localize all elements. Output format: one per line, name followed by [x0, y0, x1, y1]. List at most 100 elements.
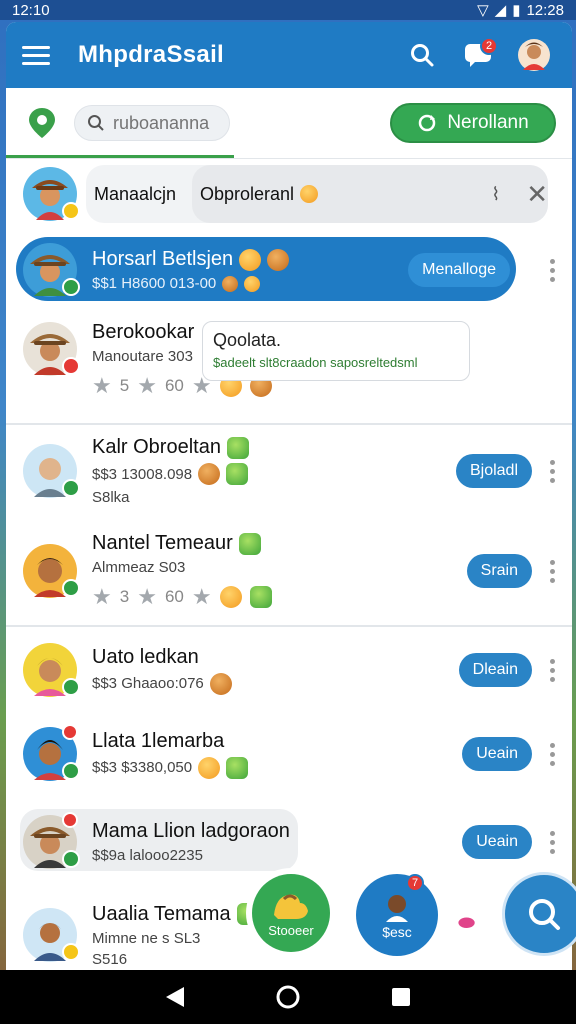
contact-sub: $$3 Ghaaoo:076 [92, 672, 459, 695]
message-card-title: Qoolata. [213, 330, 282, 350]
emoji-icon [300, 185, 319, 203]
online-dot [62, 579, 80, 597]
list-item[interactable]: Nantel Temeaur Almmeaz S03 ★ 3 ★ 60 ★ Sr… [6, 517, 572, 625]
more-options-icon[interactable] [546, 742, 558, 766]
message-card-text: $adeelt slt8craadon saposreltedsml [213, 355, 418, 370]
recents-icon[interactable] [390, 986, 412, 1008]
strong-arm-icon [274, 894, 308, 919]
status-time: 12:10 [12, 1, 50, 19]
star-icon: ★ [137, 373, 157, 398]
more-options-icon[interactable] [546, 830, 558, 854]
close-icon[interactable]: ✕ [526, 179, 548, 210]
contact-action-button[interactable]: Ueain [462, 737, 532, 771]
contact-info: Mama Llion ladgoraon $$9a lalooo2235 [92, 820, 462, 864]
status-dot [62, 943, 80, 961]
more-options-icon[interactable] [546, 559, 558, 583]
rating-value: 3 [119, 587, 130, 606]
contact-info: Uato ledkan $$3 Ghaaoo:076 [92, 646, 459, 695]
message-card[interactable]: Qoolata. $adeelt slt8craadon saposrelted… [202, 321, 470, 381]
emoji-icon [198, 756, 221, 779]
contact-sub: $$3 $3380,050 [92, 756, 462, 779]
primary-fab-label: Stooeer [268, 922, 314, 938]
refresh-icon [419, 114, 436, 132]
secondary-fab[interactable]: $esc 7 [356, 874, 438, 956]
star-icon: ★ [191, 584, 212, 609]
status-bar: 12:10 ▽ ◢ ▮ 12:28 [0, 0, 576, 20]
avatar-icon [518, 39, 550, 71]
status-dot [62, 357, 80, 375]
primary-fab[interactable]: Stooeer [252, 874, 330, 952]
contact-sub: $$9a lalooo2235 [92, 847, 203, 864]
menu-icon[interactable] [22, 45, 50, 65]
search-button[interactable] [400, 33, 444, 77]
list-item[interactable]: Uato ledkan $$3 Ghaaoo:076 Dleain [6, 627, 572, 713]
location-pin-icon[interactable] [22, 103, 62, 143]
emoji-icon [222, 275, 239, 292]
app-title: MhpdraSsail [78, 41, 224, 68]
rating-row: ★ 3 ★ 60 ★ [92, 584, 467, 610]
search-icon [88, 115, 104, 131]
online-dot [62, 850, 80, 868]
list-item[interactable]: Horsarl Betlsjen $$1 H8600 013-00 Menall… [6, 229, 572, 311]
contact-action-button[interactable]: Dleain [458, 653, 532, 687]
contact-action-button[interactable]: Menalloge [408, 253, 510, 287]
avatar [22, 166, 80, 222]
notification-dot [62, 724, 78, 740]
profile-avatar[interactable] [512, 33, 556, 77]
contact-sub-2: S8lka [92, 489, 130, 506]
wifi-icon: ▽ [477, 2, 489, 19]
filter-button-label: Nerollann [447, 112, 529, 133]
contact-sub: $$1 H8600 013-00 [92, 275, 408, 292]
emoji-icon [238, 532, 261, 555]
contact-action-button[interactable]: Bjoladl [455, 454, 532, 488]
search-field[interactable] [74, 105, 230, 141]
contact-sub: $$3 13008.098 [92, 463, 456, 485]
contact-sub-2: S516 [92, 950, 128, 968]
notification-dot [62, 812, 78, 828]
list-item[interactable]: Kalr Obroeltan $$3 13008.098 S8lka Bjola… [6, 425, 572, 517]
more-options-icon[interactable] [546, 258, 558, 282]
signal-icon: ◢ [494, 2, 507, 19]
system-nav-bar [0, 970, 576, 1024]
search-input[interactable] [113, 112, 213, 134]
emoji-icon [219, 586, 242, 608]
contact-info: Nantel Temeaur Almmeaz S03 ★ 3 ★ 60 ★ [92, 532, 467, 610]
star-icon: ★ [137, 584, 157, 609]
more-options-icon[interactable] [546, 459, 558, 483]
filter-button[interactable]: Nerollann [390, 103, 556, 143]
star-icon: ★ [92, 373, 112, 398]
contact-name: Kalr Obroeltan [92, 436, 456, 459]
search-fab[interactable] [502, 872, 576, 956]
emoji-icon [198, 463, 221, 485]
status-dot [62, 202, 80, 220]
emoji-icon [244, 275, 261, 292]
chat-preview-row[interactable]: Manaalcjn Obproleranl ⌇ ✕ [6, 159, 572, 229]
list-item[interactable]: Llata 1lemarba $$3 $3380,050 Ueain [6, 713, 572, 795]
star-icon: ★ [92, 584, 112, 609]
more-options-icon[interactable] [546, 658, 558, 682]
contact-action-button[interactable]: Srain [466, 554, 532, 588]
primary-fab-ring: Stooeer [246, 868, 336, 958]
avatar [22, 321, 80, 377]
contact-name: Uato ledkan [92, 645, 199, 668]
avatar [22, 242, 80, 298]
contact-info: Horsarl Betlsjen $$1 H8600 013-00 [92, 248, 408, 292]
emoji-icon [209, 672, 232, 695]
chat-preview-text: Obproleranl [200, 183, 295, 204]
game-controller-icon[interactable]: ⬬ [458, 912, 475, 935]
status-icons: ▽ ◢ ▮ 12:28 [477, 1, 564, 20]
emoji-icon [249, 586, 272, 608]
list-item[interactable]: Berokookar Manoutare 303 ★ 5 ★ 60 ★ Qool… [6, 311, 572, 423]
back-icon[interactable] [164, 985, 186, 1009]
voice-wave-icon[interactable]: ⌇ [491, 184, 500, 205]
online-dot [62, 678, 80, 696]
contact-info: Llata 1lemarba $$3 $3380,050 [92, 730, 462, 779]
home-icon[interactable] [275, 984, 301, 1010]
contact-action-button[interactable]: Ueain [462, 825, 532, 859]
contact-sub: Almmeaz S03 [92, 559, 186, 576]
messages-button[interactable]: 2 [456, 33, 500, 77]
avatar [22, 543, 80, 599]
app-window: MhpdraSsail 2 Nerollann [6, 22, 572, 970]
emoji-icon [226, 756, 249, 779]
avatar [22, 724, 80, 782]
